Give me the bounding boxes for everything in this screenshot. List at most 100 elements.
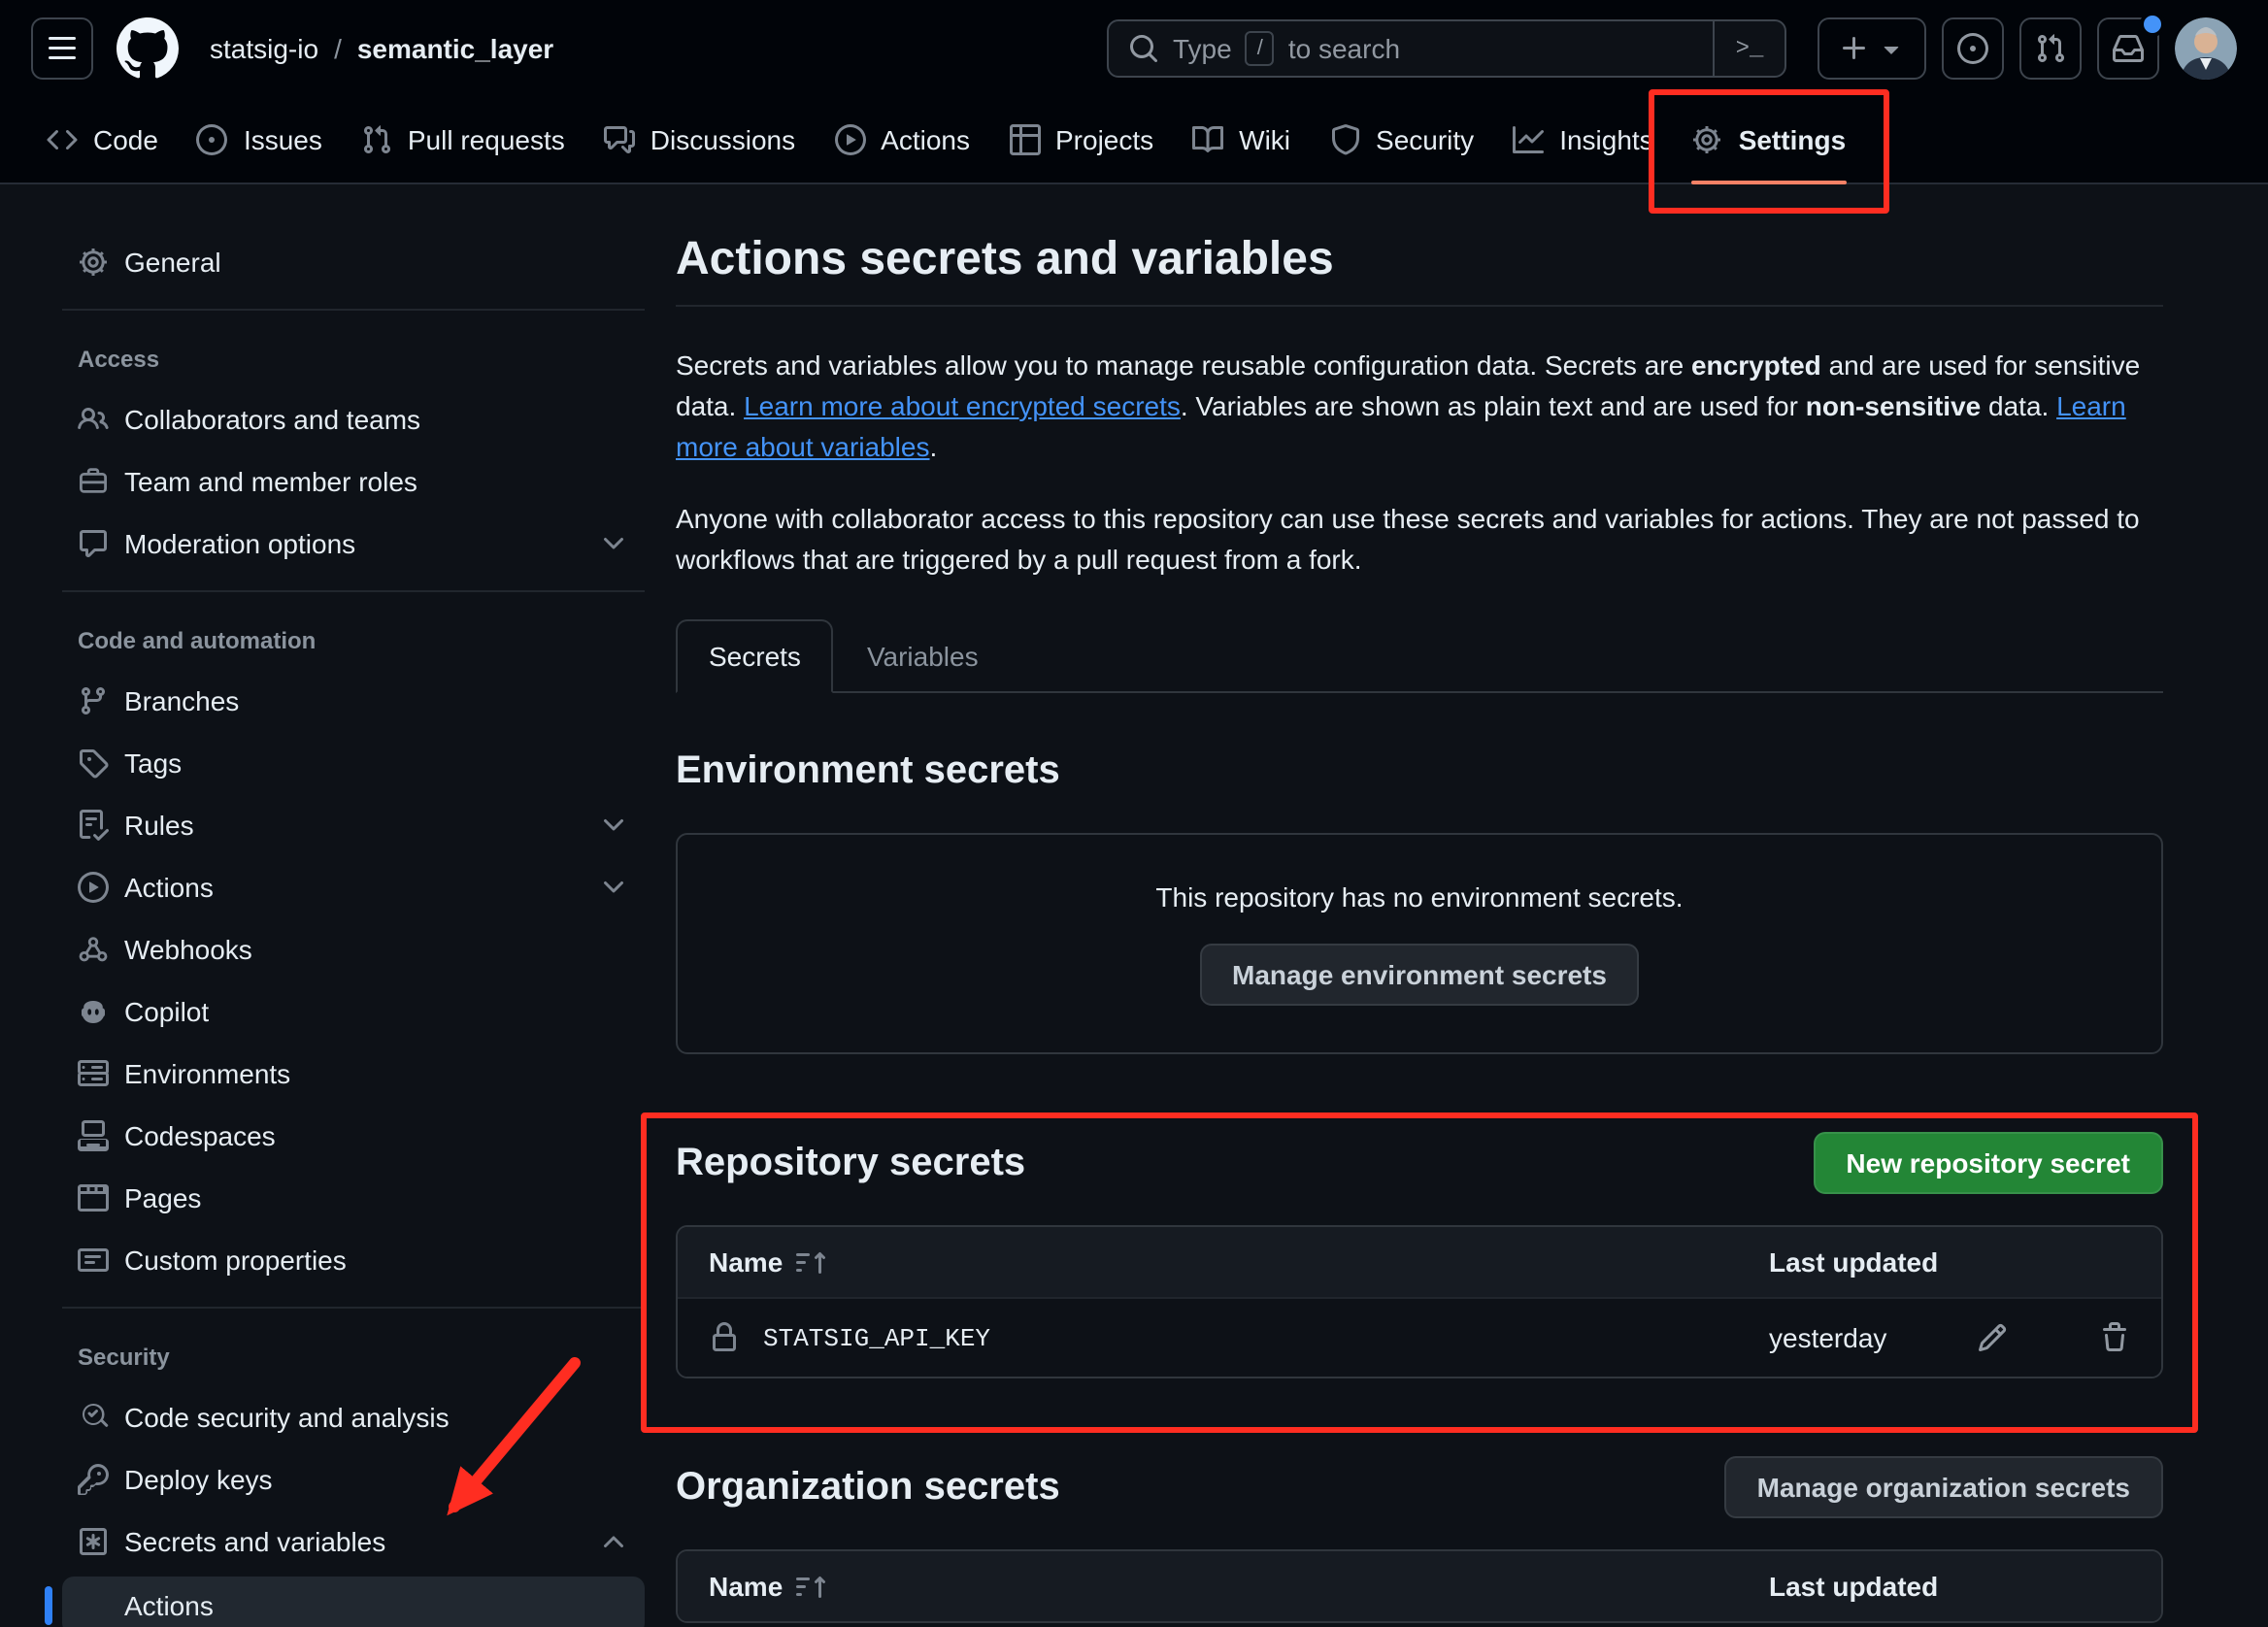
tab-variables[interactable]: Variables xyxy=(834,619,1012,693)
tab-secrets[interactable]: Secrets xyxy=(676,619,834,693)
global-nav-menu-button[interactable] xyxy=(31,17,93,80)
comment-icon xyxy=(78,528,109,559)
sidebar-item-rules[interactable]: Rules xyxy=(62,794,645,856)
name-column-header[interactable]: Name xyxy=(709,1571,827,1602)
sidebar-item-pages[interactable]: Pages xyxy=(62,1167,645,1229)
secrets-tabnav: SecretsVariables xyxy=(676,619,2163,693)
search-input[interactable]: Type / to search >_ xyxy=(1107,19,1786,78)
tab-label: Pull requests xyxy=(408,124,565,155)
repo-nav-list: CodeIssues Pull requests DiscussionsAction… xyxy=(0,97,2268,184)
sidebar-item-moderation-options[interactable]: Moderation options xyxy=(62,513,645,575)
text-run: . xyxy=(930,431,938,462)
github-logo[interactable] xyxy=(117,17,179,80)
manage-environment-secrets-button[interactable]: Manage environment secrets xyxy=(1199,944,1640,1006)
pencil-icon xyxy=(1978,1322,2009,1353)
sidebar-item-codespaces[interactable]: Codespaces xyxy=(62,1105,645,1167)
screenshot-root: statsig-io / semantic_layer Type / to se… xyxy=(0,0,2268,1627)
people-icon xyxy=(78,404,109,435)
tab-insights[interactable]: Insights xyxy=(1493,97,1673,183)
tab-actions[interactable]: Actions xyxy=(815,97,989,183)
comment-discussion-icon xyxy=(604,124,635,155)
tab-label: Insights xyxy=(1559,124,1653,155)
sidebar-item-webhooks[interactable]: Webhooks xyxy=(62,918,645,980)
notifications-button[interactable] xyxy=(2097,17,2159,80)
copilot-icon xyxy=(78,996,109,1027)
sidebar-section-label: Access xyxy=(62,326,645,388)
command-palette-button[interactable]: >_ xyxy=(1713,21,1784,76)
unread-notifications-dot xyxy=(2140,12,2165,37)
server-icon xyxy=(78,1058,109,1089)
search-icon xyxy=(1128,33,1159,64)
sidebar-subitem-actions[interactable]: Actions xyxy=(62,1577,645,1627)
asterisk-box-icon xyxy=(78,1526,109,1557)
secret-row: STATSIG_API_KEYyesterday xyxy=(678,1297,2161,1377)
checklist-icon xyxy=(78,810,109,841)
code-icon xyxy=(47,124,78,155)
tab-security[interactable]: Security xyxy=(1310,97,1493,183)
tab-code[interactable]: Code xyxy=(27,97,178,183)
sidebar-item-general[interactable]: General xyxy=(62,231,645,293)
environment-secrets-heading: Environment secrets xyxy=(676,740,2163,802)
edit-secret-button[interactable] xyxy=(1978,1322,2009,1353)
git-pull-request-icon xyxy=(2035,33,2066,64)
new-repository-secret-button[interactable]: New repository secret xyxy=(1813,1132,2163,1194)
pull-requests-dashboard-button[interactable] xyxy=(2019,17,2082,80)
intro-paragraph: Anyone with collaborator access to this … xyxy=(676,499,2163,581)
repository-secrets-table: Name Last updated STATSIG_API_KEYyesterd… xyxy=(676,1225,2163,1378)
name-column-label: Name xyxy=(709,1246,783,1278)
tab-label: Security xyxy=(1376,124,1474,155)
issues-dashboard-button[interactable] xyxy=(1942,17,2004,80)
chevron-down-icon xyxy=(1875,33,1906,64)
tag-icon xyxy=(78,747,109,779)
tab-wiki[interactable]: Wiki xyxy=(1173,97,1310,183)
browser-icon xyxy=(78,1182,109,1213)
settings-layout: General Access Collaborators and teams Team… xyxy=(0,184,2268,1627)
sidebar-item-copilot[interactable]: Copilot xyxy=(62,980,645,1043)
plus-icon xyxy=(1838,33,1869,64)
breadcrumb-org[interactable]: statsig-io xyxy=(210,33,318,64)
tab-settings[interactable]: Settings xyxy=(1673,97,1865,183)
issue-opened-icon xyxy=(1957,33,1988,64)
chevron-down-icon xyxy=(598,872,629,903)
last-updated-column-header: Last updated xyxy=(1769,1246,2130,1278)
sidebar-item-code-security-and-analysis[interactable]: Code security and analysis xyxy=(62,1386,645,1448)
tab-issues[interactable]: Issues xyxy=(178,97,342,183)
tab-projects[interactable]: Projects xyxy=(989,97,1173,183)
breadcrumb-repo[interactable]: semantic_layer xyxy=(357,33,553,64)
sidebar-item-secrets-and-variables[interactable]: Secrets and variables xyxy=(62,1511,645,1573)
bold-text: encrypted xyxy=(1691,349,1821,381)
tab-pull-requests[interactable]: Pull requests xyxy=(342,97,584,183)
gear-icon xyxy=(1692,124,1723,155)
sidebar-item-team-and-member-roles[interactable]: Team and member roles xyxy=(62,450,645,513)
sidebar-item-deploy-keys[interactable]: Deploy keys xyxy=(62,1448,645,1511)
delete-secret-button[interactable] xyxy=(2099,1322,2130,1353)
sidebar-divider xyxy=(62,1307,645,1309)
sidebar-item-collaborators-and-teams[interactable]: Collaborators and teams xyxy=(62,388,645,450)
repository-secrets-section: Repository secrets New repository secret… xyxy=(676,1132,2163,1378)
breadcrumb-separator: / xyxy=(334,33,342,64)
sidebar-item-label: Rules xyxy=(124,810,194,841)
play-icon xyxy=(834,124,865,155)
sidebar-item-tags[interactable]: Tags xyxy=(62,732,645,794)
graph-icon xyxy=(1513,124,1544,155)
sidebar-item-label: Custom properties xyxy=(124,1245,347,1276)
name-column-header[interactable]: Name xyxy=(709,1246,827,1278)
tab-discussions[interactable]: Discussions xyxy=(584,97,815,183)
create-new-button[interactable] xyxy=(1818,17,1926,80)
intro-paragraphs: Secrets and variables allow you to manag… xyxy=(676,346,2163,581)
avatar[interactable] xyxy=(2175,17,2237,80)
sort-ascending-icon xyxy=(796,1246,827,1278)
inline-link[interactable]: Learn more about encrypted secrets xyxy=(744,390,1181,421)
organization-table-header: Name Last updated xyxy=(678,1551,2161,1621)
text-run: Anyone with collaborator access to this … xyxy=(676,503,2140,575)
sidebar-item-custom-properties[interactable]: Custom properties xyxy=(62,1229,645,1291)
three-bars-icon xyxy=(47,33,78,64)
sidebar-item-label: Collaborators and teams xyxy=(124,404,420,435)
sidebar-item-actions[interactable]: Actions xyxy=(62,856,645,918)
sidebar-item-branches[interactable]: Branches xyxy=(62,670,645,732)
slash-key-hint: / xyxy=(1246,31,1275,66)
empty-state-text: This repository has no environment secre… xyxy=(724,881,2115,913)
sidebar-item-environments[interactable]: Environments xyxy=(62,1043,645,1105)
manage-organization-secrets-button[interactable]: Manage organization secrets xyxy=(1724,1456,2163,1518)
secret-last-updated: yesterday xyxy=(1769,1322,1886,1353)
